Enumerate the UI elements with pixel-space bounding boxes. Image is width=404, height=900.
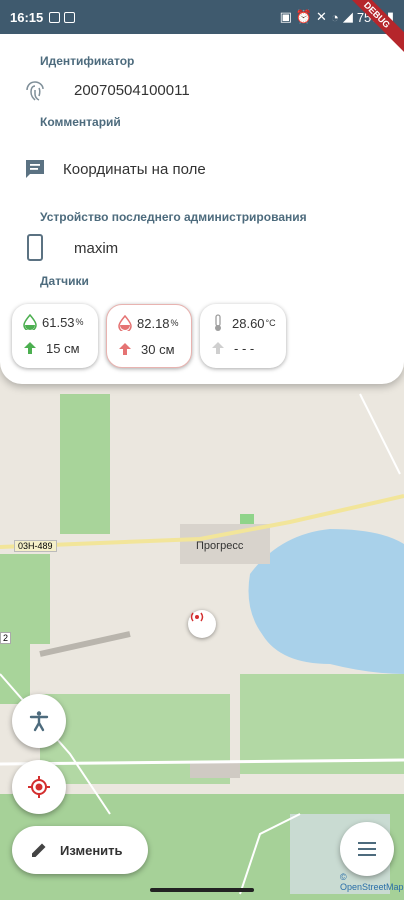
location-target-icon [28, 776, 50, 798]
menu-icon [358, 842, 376, 856]
signal-icon: ◢ [342, 9, 353, 24]
gallery-notification-icon [49, 11, 61, 23]
sensor-card-temperature[interactable]: 28.60 °C - - - [200, 304, 286, 368]
sensor-depth: - - - [234, 340, 255, 356]
identifier-value: 20070504100011 [74, 82, 190, 99]
sensor-value: 82.18 [137, 315, 170, 331]
phone-icon [27, 234, 43, 261]
sensor-depth: 30 см [141, 341, 175, 357]
comment-value: Координаты на поле [63, 161, 206, 178]
sim-icon: ▣ [279, 9, 292, 24]
alarm-icon: ⏰ [295, 9, 313, 24]
device-label: Устройство последнего администрирования [40, 210, 307, 224]
sensor-value: 28.60 [232, 315, 265, 331]
thermometer-icon [215, 314, 221, 331]
sensors-label: Датчики [40, 274, 89, 288]
fingerprint-icon [26, 81, 44, 101]
water-drop-icon [118, 315, 132, 331]
water-drop-icon [23, 314, 37, 330]
my-location-button[interactable] [12, 760, 66, 814]
depth-arrow-icon [212, 342, 224, 354]
check-notification-icon [64, 11, 76, 23]
sensor-card-moisture-15[interactable]: 61.53% 15 см [12, 304, 98, 368]
comment-label: Комментарий [40, 115, 121, 129]
sensor-value: 61.53 [42, 314, 75, 330]
device-value: maxim [74, 240, 119, 257]
pencil-icon [32, 843, 46, 857]
mute-icon: ✕ [316, 9, 327, 24]
wifi-icon: ◔ [330, 9, 339, 25]
status-time: 16:15 [10, 9, 44, 25]
menu-button[interactable] [340, 822, 394, 876]
sensor-marker[interactable] [188, 610, 216, 638]
info-card: Идентификатор 20070504100011 Комментарий… [0, 34, 404, 384]
sensor-unit: °C [265, 318, 276, 328]
accessibility-icon [29, 711, 49, 732]
accessibility-button[interactable] [12, 694, 66, 748]
road-label: 03Н-489 [14, 540, 57, 552]
edit-button-label: Изменить [60, 842, 123, 858]
depth-arrow-icon [24, 342, 36, 354]
edge-road-label: 2 [0, 632, 12, 644]
comment-icon [26, 160, 44, 178]
identifier-label: Идентификатор [40, 54, 135, 68]
broadcast-icon [190, 612, 204, 622]
sensor-depth: 15 см [46, 340, 80, 356]
sensor-unit: % [75, 317, 84, 327]
sensor-unit: % [170, 318, 179, 328]
gesture-nav-bar[interactable] [150, 888, 254, 892]
sensor-card-moisture-30[interactable]: 82.18% 30 см [106, 304, 192, 368]
town-label: Прогресс [196, 540, 244, 552]
depth-arrow-icon [119, 343, 131, 355]
edit-button[interactable]: Изменить [12, 826, 148, 874]
status-bar: 16:15 ▣ ⏰ ✕ ◔ ◢ 75% ▮ [0, 0, 404, 34]
